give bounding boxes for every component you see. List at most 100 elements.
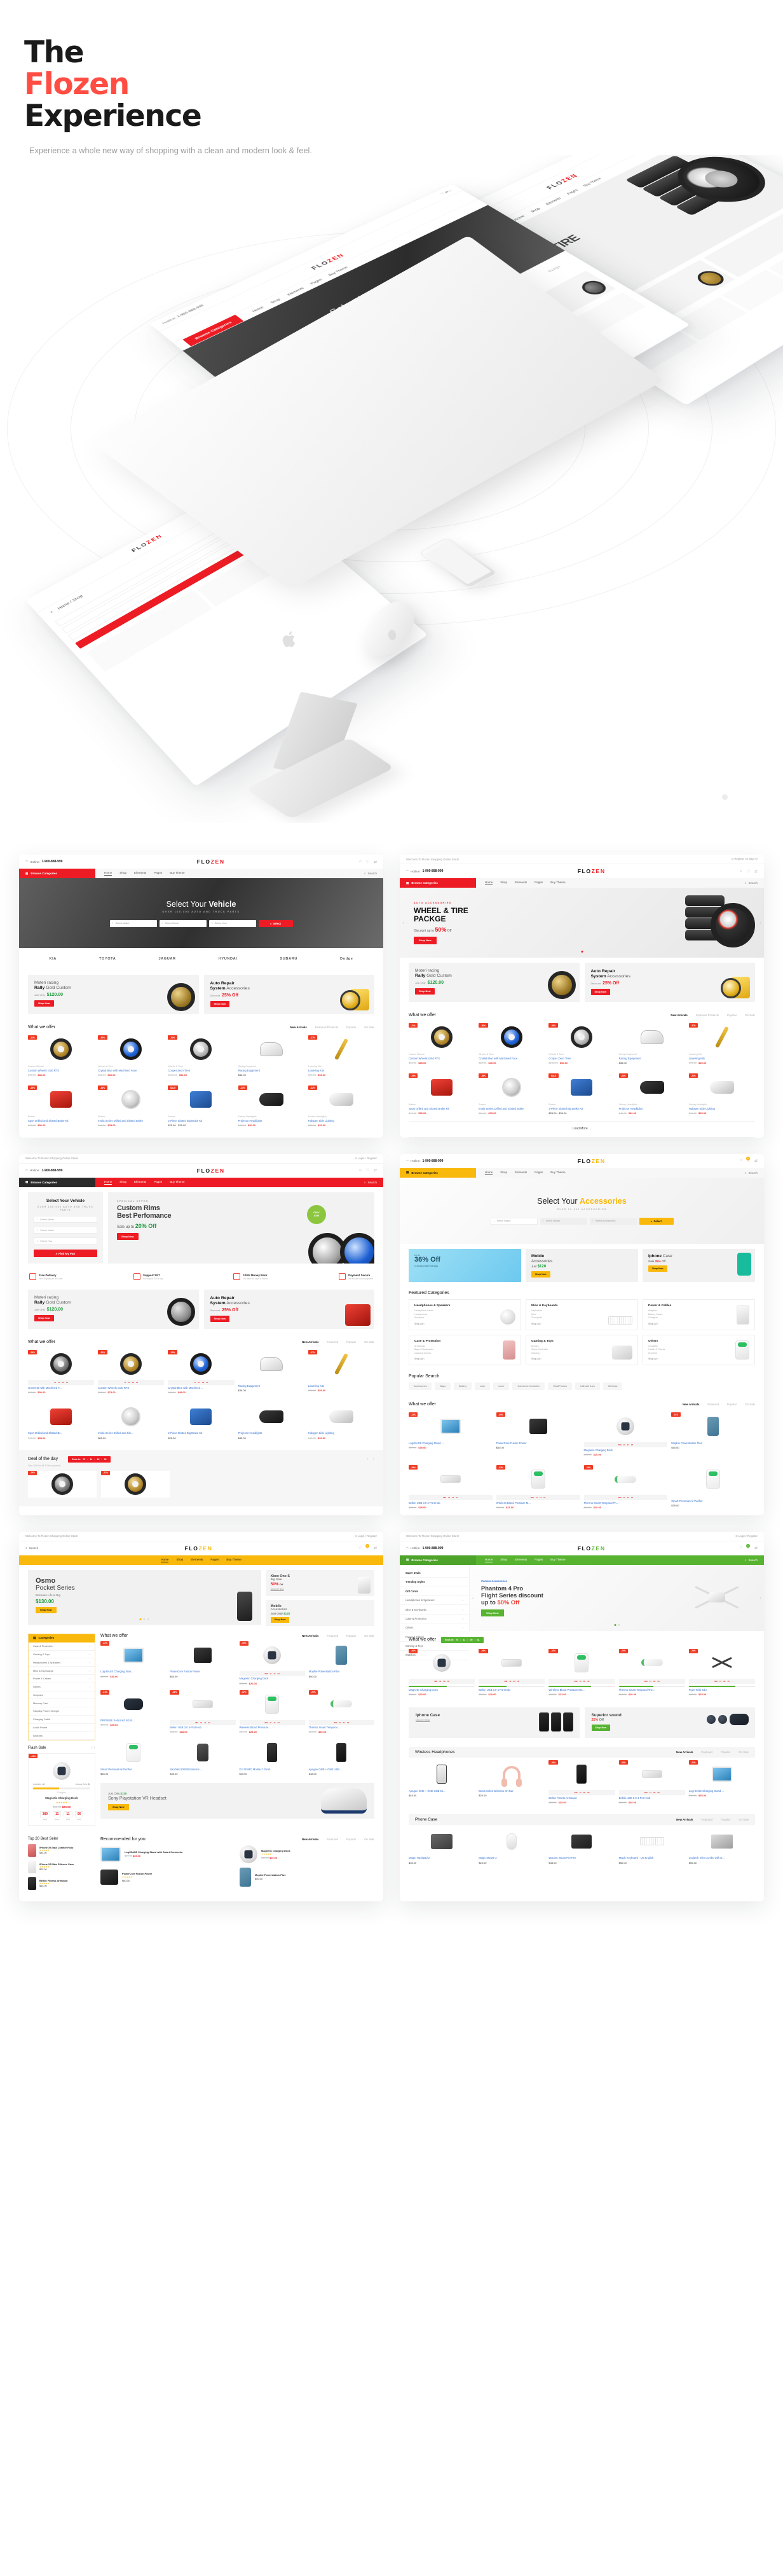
- sidebar-item[interactable]: Trending Styles: [400, 1578, 469, 1587]
- product-card[interactable]: -20% 389 11 11 07 Thermo Smart Temporal ... $2…: [308, 1690, 374, 1733]
- product-card[interactable]: Magic Trackpad 2 $35.00: [409, 1828, 475, 1864]
- product-card[interactable]: -31% PROMISE SANLink3 M1 N... $36.00 $25.00: [100, 1690, 166, 1734]
- product-card[interactable]: -32% 389 11 11 07 Wireless Blood Pressure M..…: [496, 1465, 580, 1509]
- nav-buy-theme[interactable]: Buy Theme: [550, 881, 565, 885]
- shop-now-button[interactable]: Shop Now: [210, 1316, 230, 1323]
- product-card[interactable]: -20% 77 11 16 01 Crystal Blue with Machined .…: [168, 1350, 235, 1394]
- product-card[interactable]: Halogen Side Lighting $45.00 $30.00: [308, 1403, 374, 1440]
- tag[interactable]: Gamevice Controller: [512, 1382, 545, 1391]
- logo[interactable]: FLOZEN: [185, 1545, 213, 1552]
- demo5-navbar[interactable]: Home Shop Elements Pages Buy Theme: [19, 1555, 383, 1565]
- deal-card[interactable]: -21%: [101, 1470, 170, 1498]
- wishlist-icon[interactable]: ♡: [747, 869, 750, 874]
- product-card[interactable]: Sport Drilled and Slotted Br... $70.00 $35…: [28, 1403, 94, 1440]
- find-my-part-button[interactable]: ⌕ Find My Part: [34, 1250, 97, 1258]
- compare-icon[interactable]: ⇄: [754, 869, 758, 874]
- tab-popular[interactable]: Popular: [727, 1014, 737, 1017]
- tab-featured[interactable]: Featured: [701, 1751, 712, 1754]
- cart-icon[interactable]: ⌂: [740, 869, 742, 874]
- discover-now-link[interactable]: Discover Now: [271, 1588, 369, 1590]
- select-accessories[interactable]: 3 Select Accessories: [589, 1217, 637, 1225]
- nav-shop[interactable]: Shop: [500, 1171, 507, 1175]
- next-arrow[interactable]: ›: [759, 1595, 761, 1601]
- shop-now-button[interactable]: Shop Now: [210, 1001, 230, 1008]
- nav-home[interactable]: Home: [485, 1171, 493, 1175]
- sidebar-item[interactable]: Graphics: [29, 1691, 95, 1700]
- cart-icon[interactable]: ⌂: [740, 1159, 742, 1163]
- nav-buy-theme[interactable]: Buy Theme: [550, 1171, 565, 1175]
- product-card[interactable]: -22% Logi BASE Charging Stand ... $45.00 $3…: [688, 1760, 755, 1804]
- product-card[interactable]: -46% Brakes Imola Series Drilled and Slott…: [98, 1085, 164, 1127]
- promo-moteri-racing[interactable]: Moteri racing Rally Gold Custom Just Onl…: [28, 1290, 199, 1330]
- deal-card[interactable]: -29%: [28, 1470, 97, 1498]
- osmo-slide[interactable]: Osmo Pocket Series Because Life is Big $…: [28, 1569, 261, 1625]
- product-card[interactable]: DJI OSMO Mobile 2 Gimb... $35.00: [240, 1739, 305, 1775]
- sidebar-item[interactable]: Headphones & Speakers ›: [400, 1596, 469, 1606]
- nav-shop[interactable]: Shop: [500, 881, 507, 885]
- tab-featured[interactable]: Featured: [327, 1340, 338, 1344]
- browse-categories-button[interactable]: ▤ Browse Categories: [400, 878, 476, 888]
- login-register-link[interactable]: ⊙ Login / Register: [355, 1534, 377, 1538]
- product-tabs[interactable]: New Arrivals Featured Products Popular O…: [290, 1026, 374, 1029]
- tag[interactable]: Battery: [454, 1382, 472, 1391]
- demo4-navbar[interactable]: ▤ Browse Categories Home Shop Elements Pages…: [400, 1167, 764, 1178]
- product-card[interactable]: Imola Series Drilled and Slo... $65.00: [98, 1403, 164, 1440]
- category-card[interactable]: Mice & Keyboards Keyboards Mice Trackpads…: [526, 1298, 638, 1330]
- product-card[interactable]: -22% Factory Headlights Halogen Side Light…: [688, 1073, 755, 1115]
- login-register-link[interactable]: ⊙ Login / Register: [355, 1157, 377, 1161]
- browse-categories-button[interactable]: ▤ Browse Categories: [400, 1167, 476, 1178]
- promo-auto-repair[interactable]: Auto Repair System Accessories Discount 2…: [203, 1290, 374, 1330]
- list-item[interactable]: Belkin Fitness Armband ★★★★★ $35.00: [28, 1877, 95, 1890]
- nav-buy-theme[interactable]: Buy Theme: [550, 1558, 565, 1562]
- cart-icon[interactable]: ⌂: [359, 860, 362, 864]
- nav-elements[interactable]: Elements: [515, 881, 527, 885]
- product-card[interactable]: -22% Factory Headlights Halogen Side Light…: [308, 1085, 374, 1127]
- demo6-navbar[interactable]: ▤ Browse Categories Home Shop Elements Pages…: [400, 1555, 764, 1565]
- product-card[interactable]: Projector Headlights $45.00: [238, 1403, 304, 1440]
- product-card[interactable]: -28% 389 11 09 40 Ryze Tello Edu $35.00 $25.00: [688, 1648, 755, 1696]
- tab-new-arrivals[interactable]: New Arrivals: [676, 1818, 693, 1821]
- tag[interactable]: HeadPhones: [548, 1382, 573, 1391]
- tab-on-sale[interactable]: On Sale: [364, 1026, 374, 1029]
- product-card[interactable]: Mophie Powerstation Plus $50.00: [309, 1641, 374, 1685]
- nav-buy-theme[interactable]: Buy Theme: [170, 1180, 184, 1185]
- product-card[interactable]: -27% Lowering Kits $75.00 $55.00: [308, 1350, 374, 1394]
- next-arrow[interactable]: ›: [759, 920, 761, 926]
- product-card[interactable]: -20% 389 11 09 40 Thermo Smart Temporal The..…: [618, 1648, 685, 1696]
- compare-icon[interactable]: ⇄: [374, 1546, 377, 1550]
- shop-all-link[interactable]: Shop All ○: [648, 1323, 749, 1325]
- header-icons[interactable]: ⌂ ♡ ⇄: [359, 860, 377, 864]
- product-card[interactable]: -22% Logi BASE Charging Stand ... $45.00 $3…: [409, 1412, 493, 1456]
- shop-now-button[interactable]: Shop Now: [648, 1265, 667, 1272]
- vehicle-selector[interactable]: 1 Select Maker 2 Select Model 3 Select Year…: [109, 920, 293, 927]
- nav-pages[interactable]: Pages: [534, 881, 543, 885]
- logo[interactable]: FLOZEN: [578, 1545, 606, 1552]
- select-maker[interactable]: 1 Select Maker: [34, 1216, 97, 1223]
- tag[interactable]: Wireless: [603, 1382, 623, 1391]
- select-submit-button[interactable]: ⌕ Select: [258, 920, 293, 927]
- sidebar-item[interactable]: Others ›: [29, 1683, 95, 1691]
- product-card[interactable]: Wacom Intuos Pro Pen $45.00: [548, 1828, 615, 1864]
- product-card[interactable]: -29% Brakes Sport Drilled and Slotted Brak…: [28, 1085, 94, 1127]
- product-card[interactable]: -40% PowerCore Fusion Power $60.00: [496, 1412, 580, 1456]
- cart-icon[interactable]: ⌂: [740, 1546, 742, 1550]
- tab-new-arrivals[interactable]: New Arrivals: [671, 1014, 687, 1017]
- product-card[interactable]: -40% 389 11 09 40 Magnetic Charging Dock $35.0…: [409, 1648, 475, 1696]
- nav-pages[interactable]: Pages: [154, 871, 162, 876]
- nav-shop[interactable]: Shop: [176, 1558, 183, 1562]
- nav-pages[interactable]: Pages: [154, 1180, 162, 1185]
- tab-new-arrivals[interactable]: New Arrivals: [683, 1403, 699, 1406]
- search-button[interactable]: ⌕ Search: [364, 872, 377, 875]
- sidebar-item[interactable]: Case & Protection ›: [29, 1643, 95, 1651]
- product-card[interactable]: -50% Wheels & Tires Crystal Blue with Mach…: [98, 1035, 164, 1077]
- nav-buy-theme[interactable]: Buy Theme: [226, 1558, 241, 1562]
- main-nav[interactable]: Home Shop Elements Pages Buy Theme: [95, 871, 185, 876]
- sidebar-item[interactable]: Super Deals: [400, 1569, 469, 1578]
- tag[interactable]: case: [475, 1382, 491, 1391]
- sidebar-item[interactable]: Case & Protection ›: [400, 1615, 469, 1624]
- product-card[interactable]: SanDisk 500GB Extreme ... $35.00: [170, 1739, 235, 1775]
- product-card[interactable]: -50% Wheels & Tires Cooper Zeon Tires $100.…: [168, 1035, 234, 1077]
- tab-featured[interactable]: Featured Products: [315, 1026, 338, 1029]
- cart-icon[interactable]: ⌂: [359, 1546, 362, 1550]
- sidebar-item[interactable]: Gift Cards: [400, 1587, 469, 1596]
